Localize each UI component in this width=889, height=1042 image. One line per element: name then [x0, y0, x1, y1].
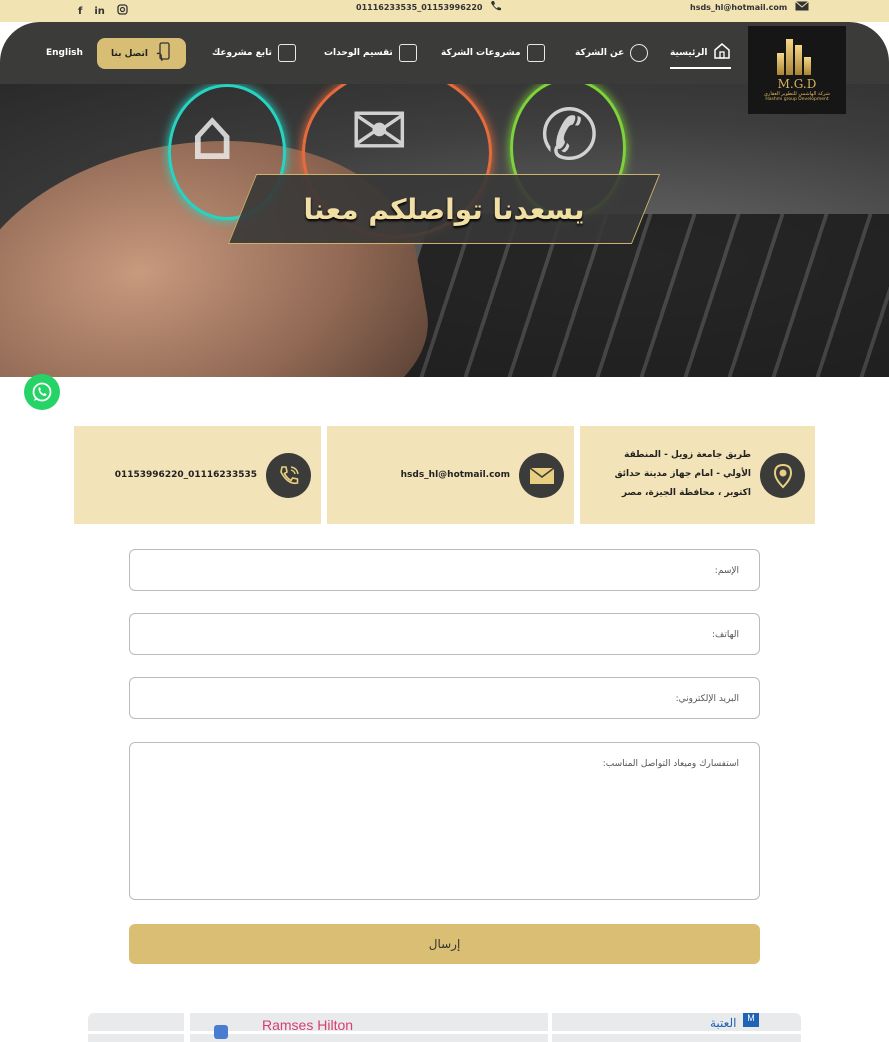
main-nav: English اتصل بنا تابع مشروعك تقسيم الوحد…: [0, 22, 889, 114]
nav-item-units[interactable]: تقسيم الوحدات: [324, 44, 417, 62]
hero-title: يسعدنا تواصلكم معنا: [303, 192, 585, 226]
phone-text[interactable]: 01116233535_01153996220: [115, 466, 257, 485]
phone-card: 01116233535_01153996220: [74, 426, 321, 524]
top-phone-number: 01116233535_01153996220: [356, 2, 483, 12]
company-logo[interactable]: M.G.D شركة الهاشمي للتطوير العقاري Hashm…: [748, 26, 846, 114]
phone-label: الهاتف:: [712, 630, 739, 640]
location-pin-icon: [760, 453, 805, 498]
email-text[interactable]: hsds_hl@hotmail.com: [401, 466, 510, 485]
location-map[interactable]: Ramses Hilton العتبة M: [88, 1013, 801, 1042]
hero-phone-icon: ✆: [540, 94, 599, 176]
email-label: البريد الإلكتروني:: [675, 694, 739, 704]
phone-field[interactable]: الهاتف:: [129, 613, 760, 655]
hero-banner: ⌂ ✉ ✆ يسعدنا تواصلكم معنا: [0, 84, 889, 377]
message-field[interactable]: استفسارك وميعاد التواصل المناسب:: [129, 742, 760, 900]
contact-us-button[interactable]: اتصل بنا: [97, 38, 186, 69]
contact-button-label: اتصل بنا: [111, 48, 148, 59]
message-label: استفسارك وميعاد التواصل المناسب:: [602, 759, 739, 769]
whatsapp-icon: [32, 382, 52, 402]
map-road: [88, 1031, 801, 1034]
envelope-icon: [519, 453, 564, 498]
name-label: الإسم:: [714, 566, 739, 576]
map-station-label: العتبة: [710, 1016, 737, 1030]
nav-item-label: الرئيسية: [670, 47, 708, 58]
map-road: [184, 1013, 190, 1042]
page: f in 01116233535_01153996220 hsds_hl@hot…: [0, 0, 889, 1042]
social-links: f in: [78, 0, 128, 22]
document-icon: [398, 44, 417, 62]
nav-item-projects[interactable]: مشروعات الشركة: [441, 44, 545, 62]
name-field[interactable]: الإسم:: [129, 549, 760, 591]
phone-icon: [490, 0, 502, 14]
nav-item-about[interactable]: عن الشركة: [575, 44, 649, 62]
nav-item-follow-project[interactable]: تابع مشروعك: [212, 44, 296, 62]
nav-item-label: عن الشركة: [575, 48, 625, 58]
users-icon: [630, 44, 649, 62]
metro-icon: M: [743, 1013, 759, 1027]
buildings-icon: [526, 44, 545, 62]
nav-item-home[interactable]: الرئيسية: [670, 42, 732, 69]
calendar-icon: [277, 44, 296, 62]
map-road: [548, 1013, 552, 1042]
nav-item-label: تابع مشروعك: [212, 48, 272, 58]
top-email[interactable]: hsds_hl@hotmail.com: [690, 0, 810, 14]
home-icon: [713, 42, 731, 63]
submit-button[interactable]: إرسال: [129, 924, 760, 964]
address-card: طريق جامعة زويل - المنطقة الأولي - امام …: [580, 426, 815, 524]
top-phone[interactable]: 01116233535_01153996220: [356, 0, 502, 14]
language-switch[interactable]: English: [46, 48, 83, 58]
whatsapp-button[interactable]: [24, 374, 60, 410]
address-text: طريق جامعة زويل - المنطقة الأولي - امام …: [614, 450, 751, 498]
logo-buildings-icon: [777, 38, 817, 75]
logo-subtitle-en: Hashmi group Development: [765, 96, 829, 102]
linkedin-icon[interactable]: in: [94, 6, 105, 17]
facebook-icon[interactable]: f: [78, 6, 82, 17]
instagram-icon[interactable]: [117, 4, 128, 18]
nav-item-label: مشروعات الشركة: [441, 48, 521, 58]
top-email-text: hsds_hl@hotmail.com: [690, 2, 788, 12]
hero-home-icon: ⌂: [190, 94, 235, 176]
email-card: hsds_hl@hotmail.com: [327, 426, 574, 524]
mobile-hand-icon: [156, 42, 172, 65]
top-bar: f in 01116233535_01153996220 hsds_hl@hot…: [0, 0, 889, 22]
mail-icon: [795, 1, 810, 13]
nav-item-label: تقسيم الوحدات: [324, 48, 393, 58]
logo-brand: M.G.D: [777, 76, 817, 91]
hero-mail-icon: ✉: [350, 90, 409, 172]
map-place-label: Ramses Hilton: [262, 1017, 354, 1033]
map-pin-icon: [214, 1025, 228, 1039]
phone-ringing-icon: [266, 453, 311, 498]
email-field[interactable]: البريد الإلكتروني:: [129, 677, 760, 719]
